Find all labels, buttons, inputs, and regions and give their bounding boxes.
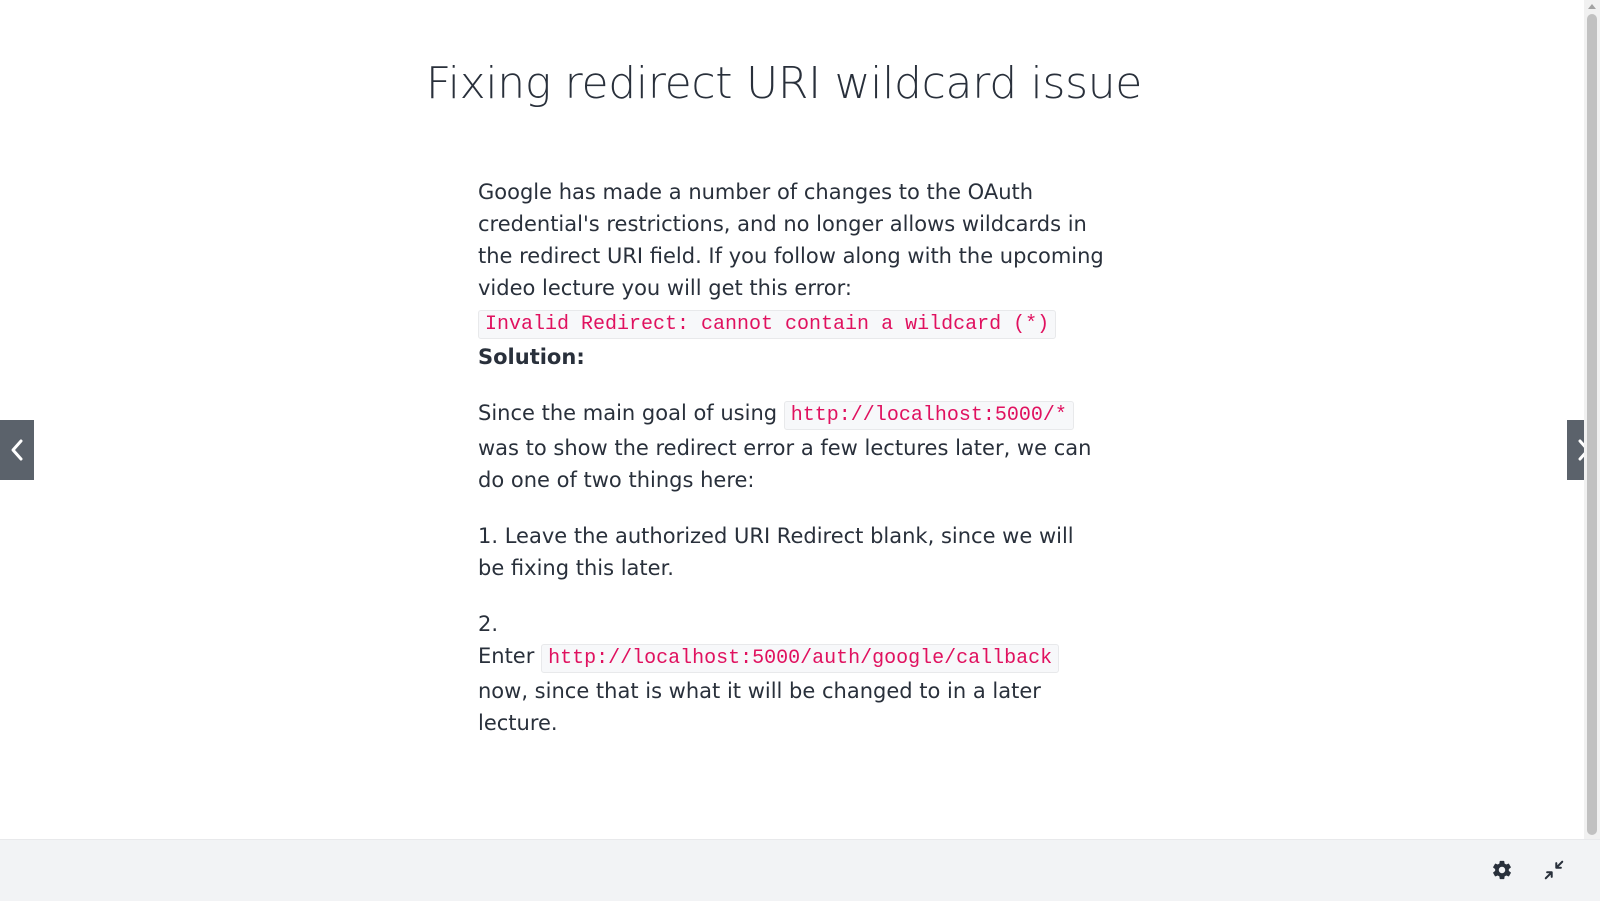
option-2-code: http://localhost:5000/auth/google/callba… bbox=[541, 644, 1060, 673]
option-1-paragraph: 1. Leave the authorized URI Redirect bla… bbox=[478, 524, 1074, 580]
exit-fullscreen-button[interactable] bbox=[1540, 856, 1568, 884]
goal-paragraph: Since the main goal of using http://loca… bbox=[478, 397, 1106, 496]
goal-code: http://localhost:5000/* bbox=[783, 401, 1074, 430]
previous-lecture-button[interactable] bbox=[0, 420, 34, 480]
solution-heading: Solution: bbox=[478, 345, 585, 369]
goal-text-after: was to show the redirect error a few lec… bbox=[478, 436, 1092, 492]
scroll-up-arrow-icon[interactable] bbox=[1588, 4, 1596, 9]
article-body: Google has made a number of changes to t… bbox=[478, 176, 1106, 763]
lecture-content-area: Fixing redirect URI wildcard issue Googl… bbox=[0, 0, 1584, 839]
next-lecture-button[interactable] bbox=[1567, 420, 1584, 480]
option-2-text-before: Enter bbox=[478, 644, 535, 668]
intro-paragraph: Google has made a number of changes to t… bbox=[478, 176, 1106, 341]
goal-text-before: Since the main goal of using bbox=[478, 401, 778, 425]
collapse-icon bbox=[1544, 860, 1564, 880]
lecture-viewport: Fixing redirect URI wildcard issue Googl… bbox=[0, 0, 1600, 901]
option-2-text-after: now, since that is what it will be chang… bbox=[478, 679, 1041, 735]
chevron-right-icon bbox=[1578, 439, 1584, 461]
option-2-number: 2. bbox=[478, 612, 499, 636]
settings-button[interactable] bbox=[1488, 856, 1516, 884]
error-code: Invalid Redirect: cannot contain a wildc… bbox=[478, 310, 1057, 339]
intro-text: Google has made a number of changes to t… bbox=[478, 180, 1104, 300]
chevron-left-icon bbox=[11, 439, 23, 461]
player-footer-bar bbox=[0, 839, 1600, 901]
scrollbar-thumb[interactable] bbox=[1587, 14, 1597, 835]
option-2-paragraph: 2. Enter http://localhost:5000/auth/goog… bbox=[478, 608, 1106, 739]
page-title: Fixing redirect URI wildcard issue bbox=[425, 58, 1143, 109]
gear-icon bbox=[1493, 860, 1511, 880]
vertical-scrollbar[interactable] bbox=[1584, 0, 1600, 839]
